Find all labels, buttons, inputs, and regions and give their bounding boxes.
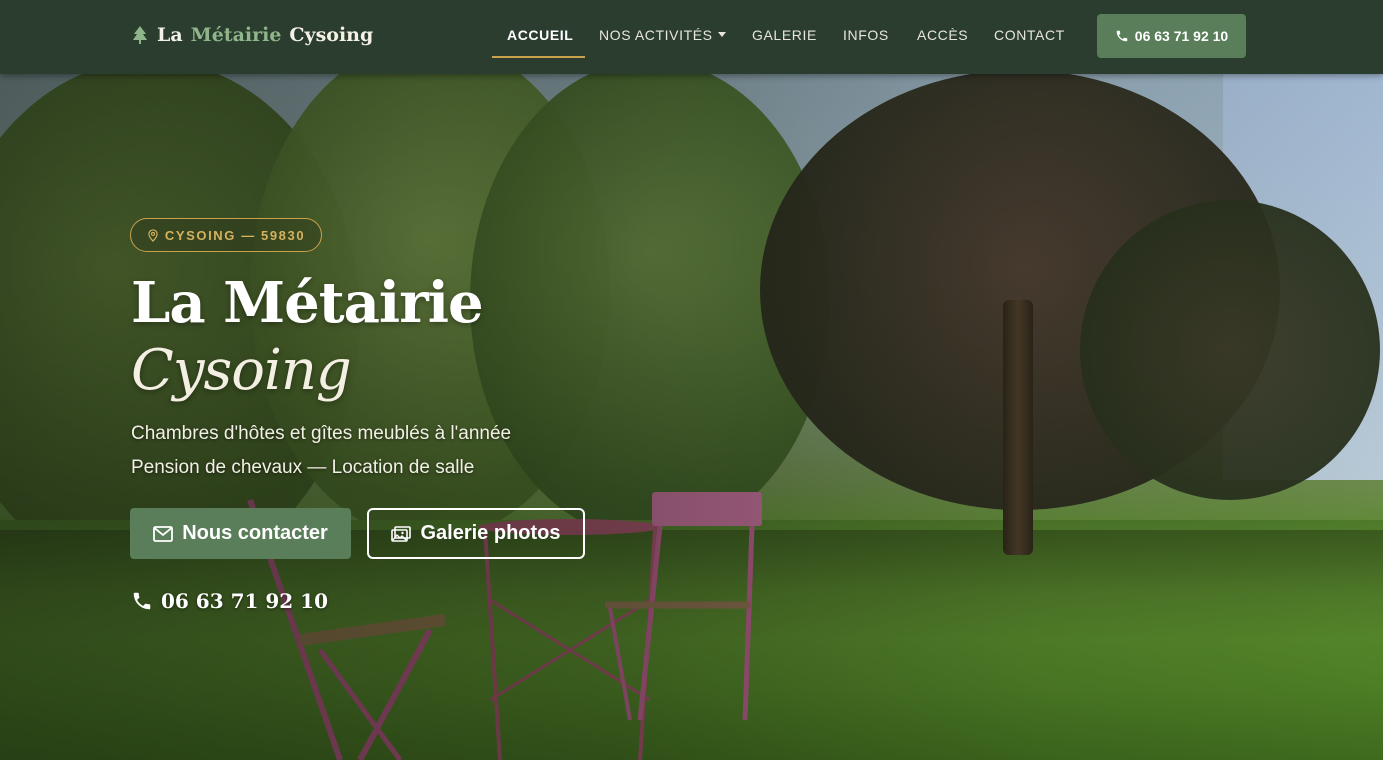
- nav-item-accueil[interactable]: ACCUEIL: [507, 27, 573, 43]
- brand-logo[interactable]: La Métairie Cysoing: [131, 24, 373, 46]
- nav-item-activites[interactable]: NOS ACTIVITÉS: [599, 27, 726, 43]
- brand-word-1: La: [157, 24, 183, 46]
- hero-phone-number: 06 63 71 92 10: [161, 589, 329, 613]
- image-icon: [391, 525, 412, 542]
- map-pin-icon: [148, 228, 158, 242]
- chevron-down-icon: [717, 31, 726, 37]
- contact-button[interactable]: Nous contacter: [130, 508, 351, 559]
- hero-title-italic: Cysoing: [131, 338, 352, 403]
- hero-phone-link[interactable]: 06 63 71 92 10: [131, 589, 328, 613]
- phone-icon: [1116, 30, 1128, 42]
- nav-phone-button[interactable]: 06 63 71 92 10: [1097, 14, 1246, 58]
- brand-word-2: Métairie: [190, 24, 282, 46]
- envelope-icon: [153, 525, 174, 542]
- nav-item-activites-label: NOS ACTIVITÉS: [599, 27, 713, 43]
- hero-subtitle-line-2: Pension de chevaux — Location de salle: [131, 457, 475, 478]
- nav-item-infos[interactable]: INFOS: [843, 27, 889, 43]
- navbar: La Métairie Cysoing ACCUEIL NOS ACTIVITÉ…: [0, 0, 1383, 74]
- nav-item-contact[interactable]: CONTACT: [994, 27, 1065, 43]
- hero-title: La Métairie: [131, 270, 484, 336]
- contact-button-label: Nous contacter: [182, 522, 328, 544]
- brand-word-3: Cysoing: [289, 24, 374, 46]
- gallery-button-label: Galerie photos: [420, 522, 561, 544]
- nav-active-indicator: [492, 56, 585, 58]
- nav-item-acces[interactable]: ACCÈS: [917, 27, 968, 43]
- location-badge: CYSOING — 59830: [130, 218, 322, 252]
- hero-subtitle-line-1: Chambres d'hôtes et gîtes meublés à l'an…: [131, 423, 512, 444]
- phone-icon: [133, 592, 151, 610]
- nav-item-galerie[interactable]: GALERIE: [752, 27, 817, 43]
- nav-phone-label: 06 63 71 92 10: [1134, 28, 1229, 44]
- gallery-button[interactable]: Galerie photos: [367, 508, 585, 559]
- location-badge-label: CYSOING — 59830: [164, 227, 306, 243]
- tree-icon: [133, 26, 147, 44]
